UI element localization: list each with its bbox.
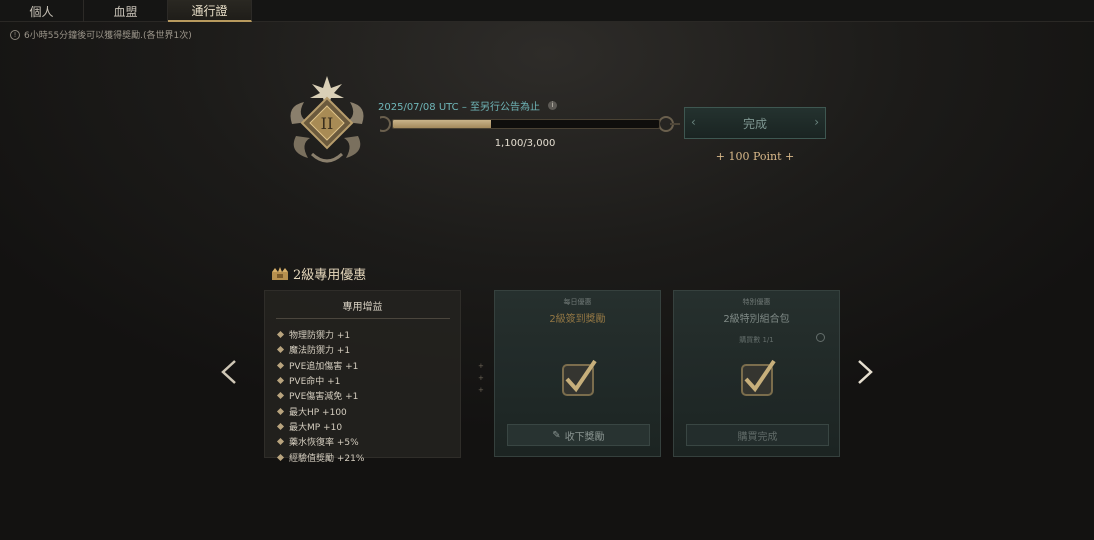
info-icon[interactable]: i bbox=[548, 101, 557, 110]
diamond-icon bbox=[276, 331, 285, 339]
purchase-count: 購買數 1/1 bbox=[739, 336, 774, 344]
diamond-icon bbox=[276, 453, 285, 461]
diamond-icon bbox=[276, 346, 285, 354]
exp-progress-bar bbox=[392, 119, 660, 129]
diamond-icon bbox=[276, 392, 285, 400]
card-title: 2級簽到獎勵 bbox=[549, 314, 606, 325]
crown-icon bbox=[272, 266, 288, 280]
card-category: 特別優惠 bbox=[742, 298, 771, 306]
claim-reward-button[interactable]: ✎ 收下獎勵 bbox=[507, 424, 650, 446]
svg-text:II: II bbox=[321, 114, 334, 133]
card-title: 2級特別組合包 bbox=[723, 314, 790, 325]
daily-reward-card: 每日優惠 2級簽到獎勵 ✎ 收下獎勵 bbox=[494, 290, 661, 457]
chevron-right-icon[interactable] bbox=[854, 358, 876, 386]
list-item: 最大HP +100 bbox=[276, 403, 460, 418]
pass-period-text: 2025/07/08 UTC – 至另行公告為止 bbox=[378, 102, 540, 113]
exclusive-buff-panel: 專用增益 物理防禦力 +1 魔法防禦力 +1 PVE追加傷害 +1 PVE命中 … bbox=[264, 290, 461, 464]
section-title: 2級專用優惠 bbox=[271, 264, 366, 283]
diamond-icon bbox=[276, 361, 285, 369]
tab-personal[interactable]: 個人 bbox=[0, 0, 84, 22]
list-item: 經驗值獎勵 +21% bbox=[276, 449, 460, 464]
exp-progress-text: 1,100/3,000 bbox=[494, 138, 556, 149]
perks-title: 專用增益 bbox=[342, 302, 383, 313]
divider bbox=[275, 318, 450, 319]
pass-period: 2025/07/08 UTC – 至另行公告為止 i bbox=[378, 98, 557, 113]
purchase-complete-button: 購買完成 bbox=[686, 424, 829, 446]
checkmark-icon bbox=[562, 359, 597, 396]
list-item: PVE追加傷害 +1 bbox=[276, 358, 460, 373]
tab-clan[interactable]: 血盟 bbox=[84, 0, 168, 22]
list-item: PVE命中 +1 bbox=[276, 373, 460, 388]
scroll-indicator[interactable]: + + + bbox=[478, 360, 484, 396]
tab-bar: 個人 血盟 通行證 bbox=[0, 0, 1094, 22]
checkmark-icon bbox=[741, 359, 776, 396]
chevron-left-icon[interactable] bbox=[218, 358, 240, 386]
special-package-card: 特別優惠 2級特別組合包 購買數 1/1 購買完成 bbox=[673, 290, 840, 457]
diamond-icon bbox=[276, 376, 285, 385]
reward-notice: ! 6小時55分鐘後可以獲得獎勵.(各世界1次) bbox=[10, 28, 192, 41]
tab-pass[interactable]: 通行證 bbox=[168, 0, 252, 22]
diamond-icon bbox=[276, 438, 285, 446]
list-item: 物理防禦力 +1 bbox=[276, 327, 460, 342]
list-item: 魔法防禦力 +1 bbox=[276, 342, 460, 357]
list-item: PVE傷害減免 +1 bbox=[276, 388, 460, 403]
magnifier-icon[interactable] bbox=[816, 333, 825, 342]
complete-button[interactable]: 完成 bbox=[684, 107, 826, 139]
diamond-icon bbox=[276, 422, 285, 430]
exp-progress-fill bbox=[393, 120, 491, 128]
list-item: 藥水恢復率 +5% bbox=[276, 434, 460, 449]
gift-icon: ✎ bbox=[552, 429, 561, 441]
card-category: 每日優惠 bbox=[563, 298, 592, 306]
perk-list: 物理防禦力 +1 魔法防禦力 +1 PVE追加傷害 +1 PVE命中 +1 PV… bbox=[265, 327, 460, 465]
level-emblem-icon: II bbox=[290, 76, 364, 163]
list-item: 最大MP +10 bbox=[276, 419, 460, 434]
info-icon: ! bbox=[10, 29, 20, 40]
notice-text: 6小時55分鐘後可以獲得獎勵.(各世界1次) bbox=[24, 31, 192, 41]
reward-points: + 100 Point + bbox=[715, 150, 795, 163]
diamond-icon bbox=[276, 407, 285, 415]
section-title-text: 2級專用優惠 bbox=[293, 268, 367, 283]
